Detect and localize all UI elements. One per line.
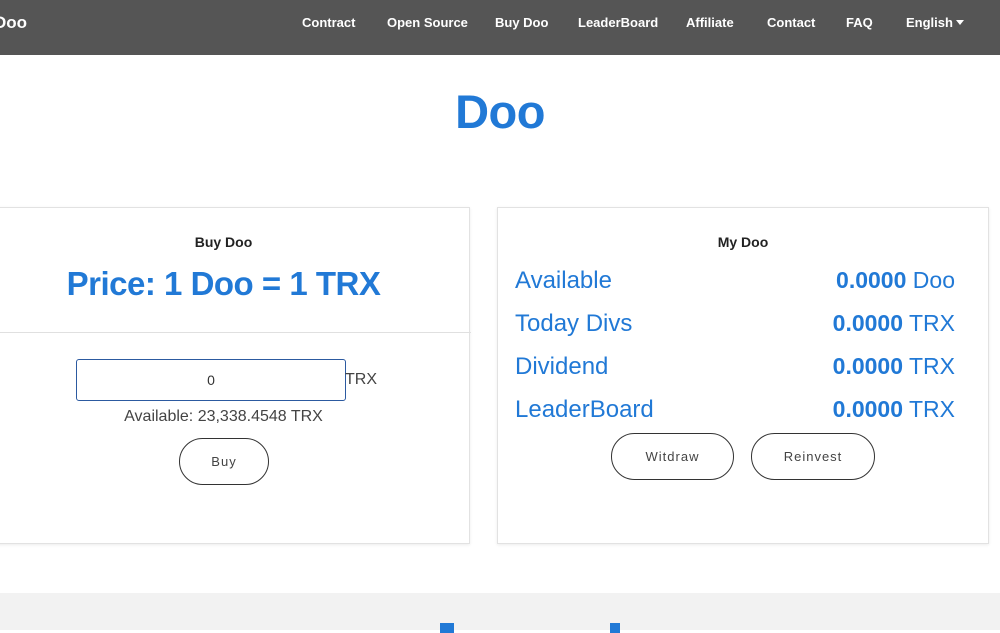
nav-open-source[interactable]: Open Source — [387, 15, 468, 30]
stat-value: 0.0000 TRX — [833, 310, 955, 337]
nav-contact[interactable]: Contact — [767, 15, 815, 30]
stat-amount: 0.0000 — [832, 396, 904, 422]
top-navbar: Doo Contract Open Source Buy Doo LeaderB… — [0, 0, 1000, 55]
my-doo-panel: My Doo Available 0.0000 Doo Today Divs 0… — [497, 207, 989, 544]
trx-amount-input[interactable] — [76, 359, 346, 401]
currency-suffix: TRX — [345, 371, 377, 388]
buy-button[interactable]: Buy — [179, 438, 269, 485]
stat-amount: 0.0000 — [832, 353, 904, 379]
stat-label: Dividend — [515, 353, 609, 380]
nav-buy-doo[interactable]: Buy Doo — [495, 15, 548, 30]
nav-leaderboard[interactable]: LeaderBoard — [578, 15, 658, 30]
stat-unit: TRX — [909, 353, 955, 379]
footer-section — [0, 593, 1000, 633]
footer-heading-fragment — [610, 623, 620, 633]
panel-divider — [0, 332, 471, 333]
stat-value: 0.0000 TRX — [833, 353, 955, 380]
stat-label: LeaderBoard — [515, 396, 654, 423]
stat-amount: 0.0000 — [836, 267, 907, 293]
nav-faq[interactable]: FAQ — [846, 15, 873, 30]
available-balance: Available: 23,338.4548 TRX — [124, 408, 323, 425]
caret-down-icon — [955, 20, 964, 25]
stat-unit: TRX — [909, 310, 955, 336]
nav-affiliate[interactable]: Affiliate — [686, 15, 734, 30]
language-label: English — [906, 15, 953, 30]
stat-label: Available — [515, 267, 612, 294]
stat-row-today-divs: Today Divs 0.0000 TRX — [515, 310, 955, 340]
language-dropdown[interactable]: English — [906, 15, 964, 30]
stat-row-available: Available 0.0000 Doo — [515, 267, 955, 297]
stat-value: 0.0000 TRX — [833, 396, 955, 423]
stat-label: Today Divs — [515, 310, 633, 337]
stat-amount: 0.0000 — [832, 310, 904, 336]
stat-unit: Doo — [912, 267, 955, 293]
brand-logo[interactable]: Doo — [0, 13, 27, 33]
withdraw-button[interactable]: Witdraw — [611, 433, 734, 480]
stat-value: 0.0000 Doo — [836, 267, 955, 294]
nav-contract[interactable]: Contract — [302, 15, 355, 30]
stat-row-dividend: Dividend 0.0000 TRX — [515, 353, 955, 383]
stat-row-leaderboard: LeaderBoard 0.0000 TRX — [515, 396, 955, 426]
price-line: Price: 1 Doo = 1 TRX — [66, 265, 381, 302]
stat-unit: TRX — [909, 396, 955, 422]
page-title: Doo — [455, 85, 545, 138]
buy-panel-heading: Buy Doo — [194, 234, 253, 250]
buy-panel: Buy Doo Price: 1 Doo = 1 TRX TRX Availab… — [0, 207, 471, 544]
my-panel-heading: My Doo — [717, 234, 769, 250]
reinvest-button[interactable]: Reinvest — [751, 433, 875, 480]
footer-heading-fragment — [440, 623, 454, 633]
